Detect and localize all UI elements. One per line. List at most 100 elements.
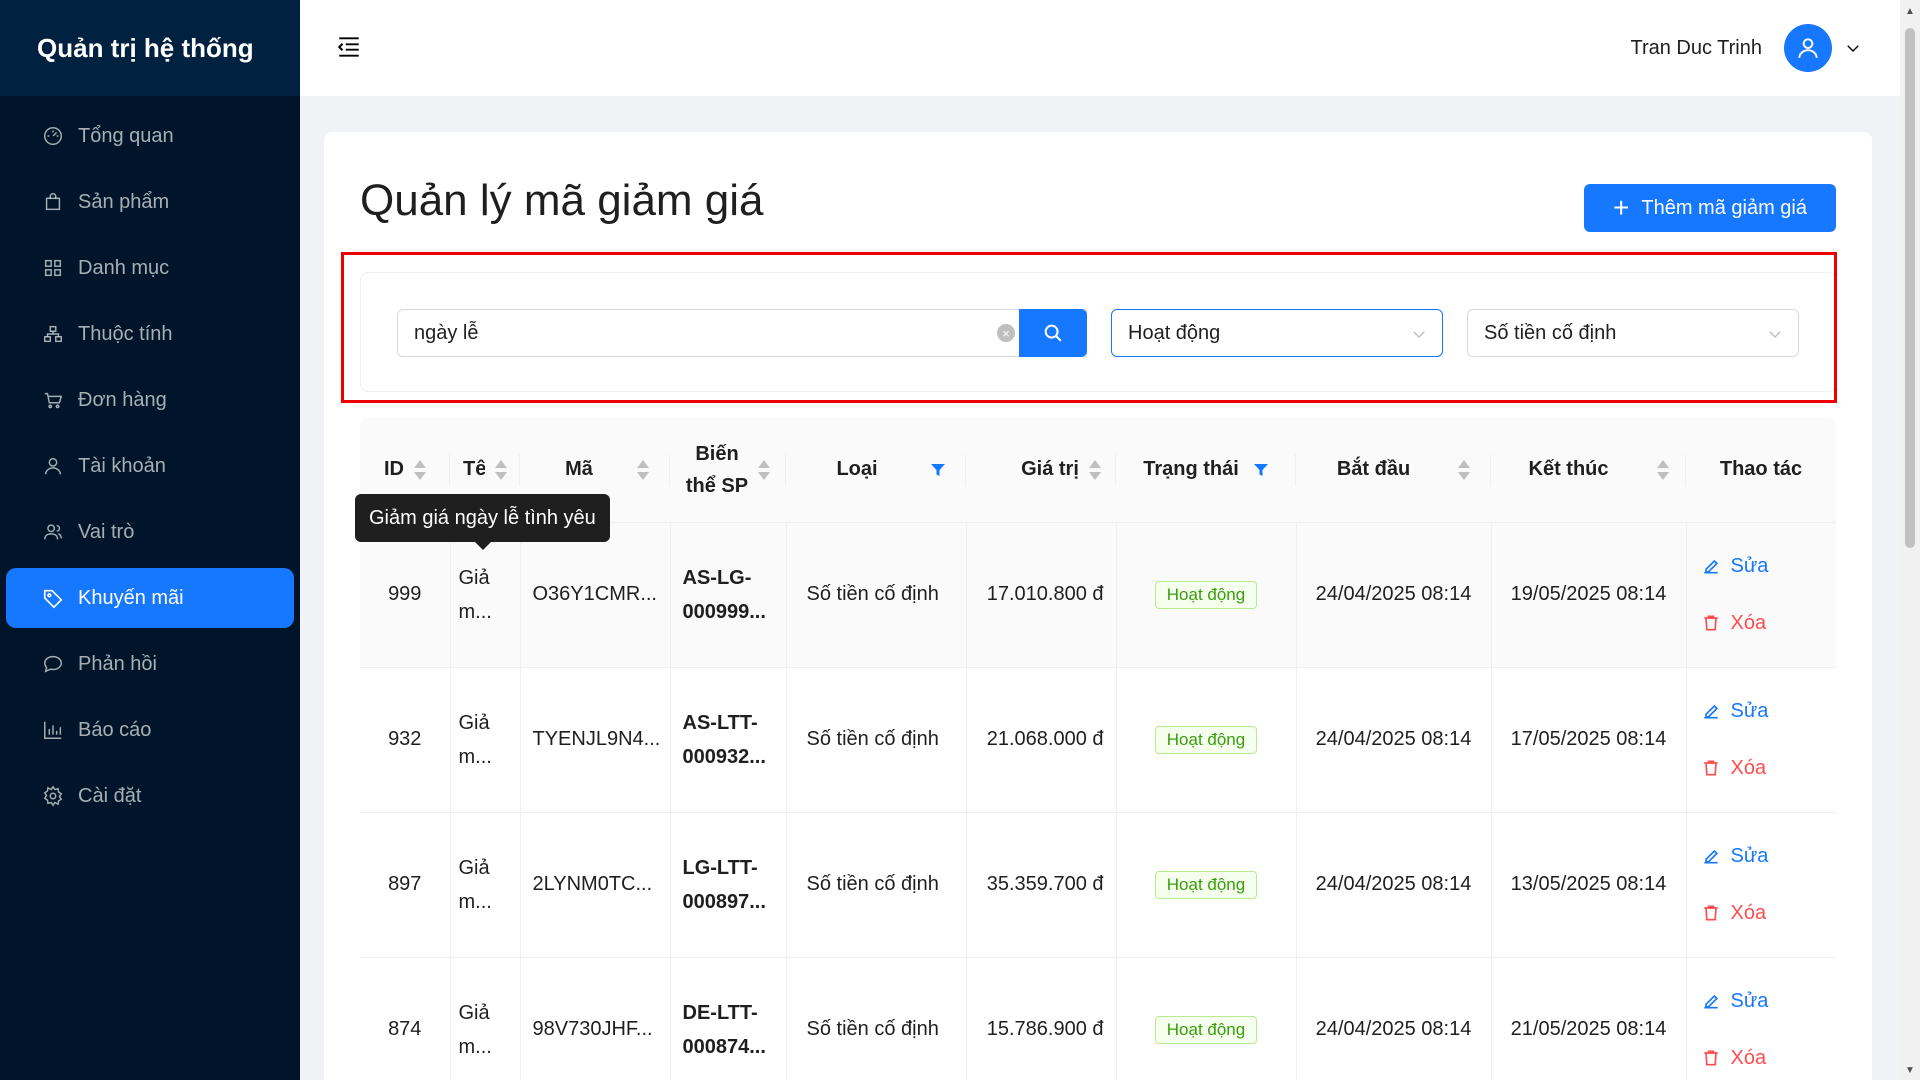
cell-actions: Sửa Xóa [1686,812,1836,958]
edit-button[interactable]: Sửa [1701,845,1829,868]
col-value-label: Giá trị [1021,458,1079,481]
col-actions-label: Thao tác [1719,458,1803,481]
sidebar-item-vai-tro[interactable]: Vai trò [6,502,294,562]
sidebar-item-danh-muc[interactable]: Danh mục [6,238,294,298]
cell-status: Hoạt động [1116,667,1297,813]
edit-label: Sửa [1730,844,1769,867]
user-menu[interactable]: Tran Duc Trinh [1630,24,1862,72]
col-variant-label: Biến thể SP [686,438,748,502]
add-coupon-button[interactable]: + Thêm mã giảm giá [1584,184,1836,232]
edit-label: Sửa [1730,554,1769,577]
cell-variant: AS-LG- 000999... [670,522,787,668]
col-actions: Thao tác [1686,418,1836,523]
sort-icon[interactable] [758,459,771,481]
scrollbar-thumb[interactable] [1905,28,1915,548]
cell-status: Hoạt động [1116,812,1297,958]
cell-variant-line1: DE-LTT- [682,1001,758,1024]
sidebar-item-label: Sản phẩm [78,190,170,213]
chevron-down-icon[interactable] [1844,39,1862,57]
cell-actions: Sửa Xóa [1686,667,1836,813]
cell-code: 2LYNM0TC... [520,812,671,958]
cluster-icon [44,325,62,343]
cell-name: Giả m... [450,957,521,1080]
col-id-label: ID [384,458,404,481]
table-row: 999 Giả m... O36Y1CMR... AS-LG- 000999...… [360,522,1836,668]
delete-label: Xóa [1730,756,1767,779]
cell-variant: DE-LTT- 000874... [670,957,787,1080]
delete-button[interactable]: Xóa [1701,757,1829,780]
status-badge: Hoạt động [1154,580,1258,609]
sidebar-item-don-hang[interactable]: Đơn hàng [6,370,294,430]
cell-start: 24/04/2025 08:14 [1296,957,1492,1080]
scroll-down-icon[interactable]: ▼ [1905,1065,1915,1076]
main-card: Quản lý mã giảm giá + Thêm mã giảm giá n… [324,132,1872,1080]
cell-start: 24/04/2025 08:14 [1296,667,1492,813]
team-icon [44,524,62,540]
user-name: Tran Duc Trinh [1630,36,1762,59]
sidebar-item-khuyen-mai[interactable]: Khuyến mãi [6,568,294,628]
page-title: Quản lý mã giảm giá [360,176,764,225]
sort-icon[interactable] [636,459,649,481]
cell-end: 19/05/2025 08:14 [1491,522,1687,668]
menu-fold-icon[interactable] [336,34,362,60]
cell-type: Số tiền cố định [786,667,967,813]
delete-button[interactable]: Xóa [1701,902,1829,925]
cell-value: 15.786.900 đ [966,957,1117,1080]
col-status[interactable]: Trạng thái [1116,418,1296,523]
delete-button[interactable]: Xóa [1701,1047,1829,1070]
filter-icon[interactable] [1253,462,1269,478]
sort-icon[interactable] [414,459,426,481]
edit-button[interactable]: Sửa [1701,700,1829,723]
cell-actions: Sửa Xóa [1686,957,1836,1080]
table-row: 874 Giả m... 98V730JHF... DE-LTT- 000874.… [360,957,1836,1080]
col-code-label: Mã [565,458,593,481]
cell-variant: AS-LTT- 000932... [670,667,787,813]
avatar[interactable] [1784,24,1832,72]
sidebar-item-san-pham[interactable]: Sản phẩm [6,172,294,232]
col-variant-line1: Biến [695,442,739,465]
col-start[interactable]: Bắt đầu [1296,418,1491,523]
filter-icon[interactable] [930,462,946,478]
sort-icon[interactable] [1458,459,1471,481]
cell-end: 17/05/2025 08:14 [1491,667,1687,813]
col-value[interactable]: Giá trị [966,418,1116,523]
sidebar-item-tai-khoan[interactable]: Tài khoản [6,436,294,496]
sidebar-item-phan-hoi[interactable]: Phản hồi [6,634,294,694]
user-icon [44,457,62,475]
edit-icon [1703,704,1718,719]
brand-title: Quản trị hệ thống [0,0,300,96]
delete-button[interactable]: Xóa [1701,612,1829,635]
col-type[interactable]: Loại [786,418,966,523]
scroll-up-icon[interactable]: ▲ [1905,6,1915,17]
edit-button[interactable]: Sửa [1701,990,1829,1013]
cell-value: 35.359.700 đ [966,812,1117,958]
highlight-box [341,252,1837,403]
cell-code: 98V730JHF... [520,957,671,1080]
sidebar-item-cai-dat[interactable]: Cài đặt [6,766,294,826]
col-variant[interactable]: Biến thể SP [670,418,786,523]
sidebar-item-label: Tổng quan [78,124,174,147]
delete-icon [1703,905,1718,921]
sidebar-item-tong-quan[interactable]: Tổng quan [6,106,294,166]
col-name-label: Tên [463,458,485,481]
edit-icon [1703,849,1718,864]
cell-type: Số tiền cố định [786,812,967,958]
comment-icon [44,655,62,673]
cell-status: Hoạt động [1116,522,1297,668]
edit-button[interactable]: Sửa [1701,555,1829,578]
status-badge: Hoạt động [1154,870,1258,899]
delete-icon [1703,760,1718,776]
col-end[interactable]: Kết thúc [1491,418,1686,523]
sort-icon[interactable] [1088,459,1101,481]
sidebar-item-bao-cao[interactable]: Báo cáo [6,700,294,760]
scrollbar[interactable]: ▲ ▼ [1900,0,1920,1080]
grid-icon [44,259,62,277]
cell-id: 897 [360,812,451,958]
sort-icon[interactable] [495,459,507,481]
bar-chart-icon [44,721,62,739]
edit-label: Sửa [1730,989,1769,1012]
sidebar-item-label: Khuyến mãi [78,586,184,609]
top-header: Tran Duc Trinh [300,0,1900,96]
sidebar-item-thuoc-tinh[interactable]: Thuộc tính [6,304,294,364]
sort-icon[interactable] [1656,459,1669,481]
